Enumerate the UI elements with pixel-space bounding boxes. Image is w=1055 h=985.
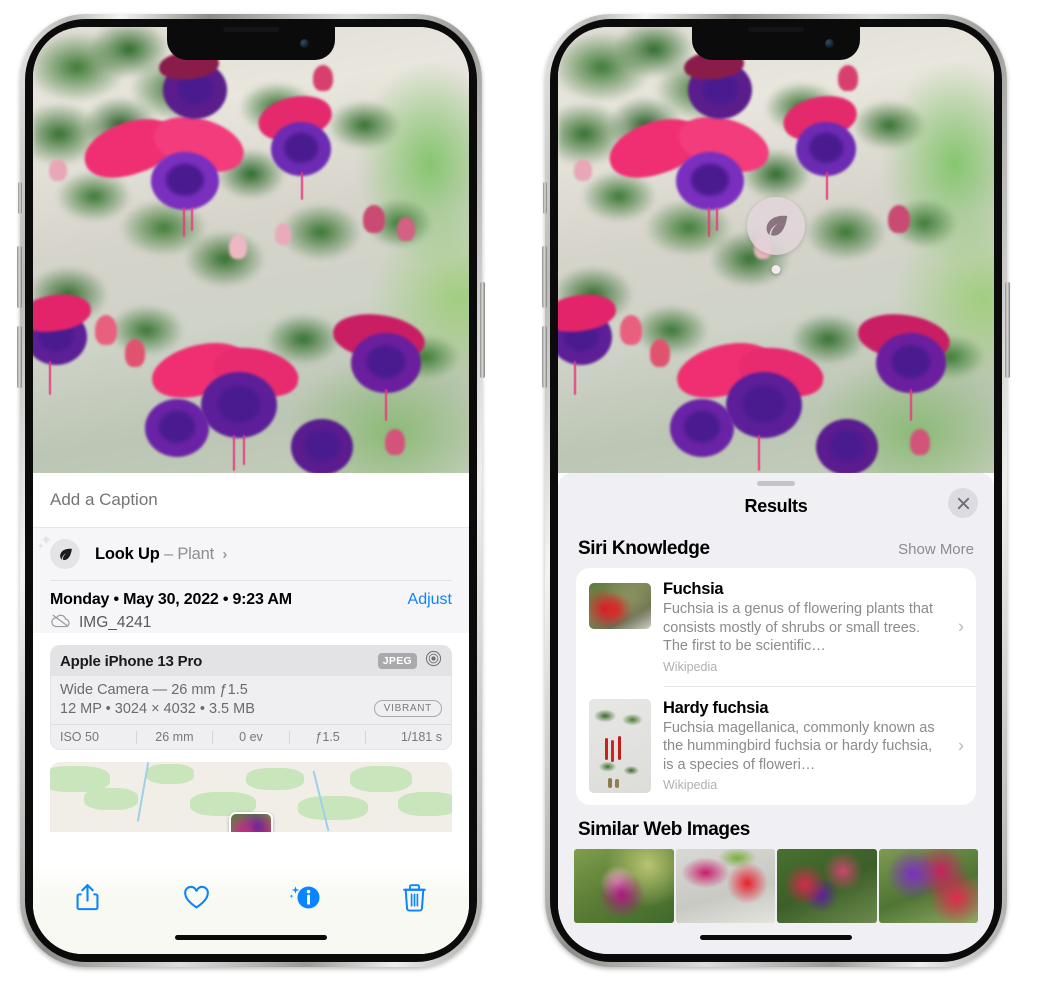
earpiece-speaker xyxy=(748,27,804,32)
results-title: Results xyxy=(744,495,808,516)
delete-button[interactable] xyxy=(360,878,469,922)
side-power-button[interactable] xyxy=(1005,282,1010,378)
volume-up-button[interactable] xyxy=(542,246,547,308)
knowledge-description: Fuchsia magellanica, commonly known as t… xyxy=(663,719,935,773)
visual-lookup-leaf-badge[interactable] xyxy=(747,197,805,274)
earpiece-speaker xyxy=(223,27,279,32)
similar-web-images-title: Similar Web Images xyxy=(578,818,750,840)
info-button[interactable] xyxy=(251,878,360,922)
volume-up-button[interactable] xyxy=(17,246,22,308)
lookup-block: ✦ ✦ Look Up – Plant › xyxy=(33,528,469,581)
photographic-style-badge: VIBRANT xyxy=(373,700,442,717)
look-up-title: Look Up xyxy=(95,544,160,563)
front-camera-icon xyxy=(300,39,309,48)
chevron-right-icon: › xyxy=(222,545,228,563)
screen-left: ✦ ✦ Look Up – Plant › xyxy=(33,27,469,954)
chevron-right-icon: › xyxy=(958,735,964,756)
front-camera-icon xyxy=(825,39,834,48)
display-notch xyxy=(692,27,860,60)
metadata-block: Monday • May 30, 2022 • 9:23 AM Adjust I… xyxy=(33,581,469,633)
screen-right: Results Siri Knowledge Show More Fuchsia… xyxy=(558,27,994,954)
knowledge-name: Fuchsia xyxy=(663,580,724,598)
photo-info-sheet: ✦ ✦ Look Up – Plant › xyxy=(33,473,469,954)
volume-down-button[interactable] xyxy=(17,326,22,388)
knowledge-source: Wikipedia xyxy=(663,659,718,674)
silence-switch[interactable] xyxy=(543,182,547,214)
home-indicator[interactable] xyxy=(700,935,852,940)
leaf-icon: ✦ ✦ xyxy=(37,532,80,569)
knowledge-thumbnail xyxy=(589,698,651,793)
exif-exposure: 0 ev xyxy=(239,730,263,744)
caption-row[interactable] xyxy=(33,473,469,528)
photo-filename: IMG_4241 xyxy=(79,614,152,631)
similar-web-images-header: Similar Web Images xyxy=(558,805,994,849)
share-button[interactable] xyxy=(33,878,142,922)
close-button[interactable] xyxy=(948,488,978,518)
caption-input[interactable] xyxy=(50,490,452,510)
iphone-left-photos-app: ✦ ✦ Look Up – Plant › xyxy=(17,14,485,967)
favorite-button[interactable] xyxy=(142,878,251,922)
photo-toolbar xyxy=(33,866,469,954)
knowledge-item-fuchsia[interactable]: Fuchsia Fuchsia is a genus of flowering … xyxy=(576,568,976,686)
look-up-label: Look Up – Plant › xyxy=(95,545,227,564)
knowledge-thumbnail xyxy=(589,583,651,629)
side-power-button[interactable] xyxy=(480,282,485,378)
knowledge-source: Wikipedia xyxy=(663,778,718,793)
close-icon xyxy=(957,497,969,509)
camera-info-card: Apple iPhone 13 Pro JPEG Wide Camera — 2… xyxy=(50,645,452,750)
knowledge-name: Hardy fuchsia xyxy=(663,698,769,717)
similar-image-1[interactable] xyxy=(574,848,674,923)
exif-iso: ISO 50 xyxy=(60,730,99,744)
photo-viewer[interactable] xyxy=(33,27,469,473)
look-up-subject: Plant xyxy=(177,544,214,563)
photo-date: Monday • May 30, 2022 • 9:23 AM xyxy=(50,591,292,608)
screenshot-root: ✦ ✦ Look Up – Plant › xyxy=(0,0,1055,985)
similar-image-3[interactable] xyxy=(777,848,877,923)
camera-device-name: Apple iPhone 13 Pro xyxy=(60,652,203,670)
volume-down-button[interactable] xyxy=(542,326,547,388)
siri-knowledge-header: Siri Knowledge Show More xyxy=(558,526,994,568)
heart-icon xyxy=(183,885,210,915)
share-icon xyxy=(75,883,100,917)
location-map-card[interactable] xyxy=(50,762,452,832)
iphone-right-visual-lookup: Results Siri Knowledge Show More Fuchsia… xyxy=(542,14,1010,967)
lookup-anchor-dot xyxy=(771,265,781,274)
exif-shutter: 1/181 s xyxy=(400,730,442,744)
knowledge-description: Fuchsia is a genus of flowering plants t… xyxy=(663,601,934,655)
display-notch xyxy=(167,27,335,60)
home-indicator[interactable] xyxy=(175,935,327,940)
photo-location-pin[interactable] xyxy=(229,812,273,832)
similar-web-images-strip[interactable] xyxy=(558,848,994,923)
aperture-icon xyxy=(425,650,442,672)
camera-size-line: 12 MP • 3024 × 4032 • 3.5 MB xyxy=(60,700,255,717)
camera-lens-line: Wide Camera — 26 mm ƒ1.5 xyxy=(60,682,248,698)
icloud-slash-icon xyxy=(50,613,71,633)
adjust-button[interactable]: Adjust xyxy=(408,591,452,609)
knowledge-item-hardy-fuchsia[interactable]: Hardy fuchsia Fuchsia magellanica, commo… xyxy=(576,687,976,805)
similar-image-2[interactable] xyxy=(675,848,775,923)
exif-aperture: ƒ1.5 xyxy=(315,730,340,744)
look-up-separator: – xyxy=(163,544,173,563)
chevron-right-icon: › xyxy=(958,616,964,637)
format-badge: JPEG xyxy=(377,653,417,669)
results-sheet: Results Siri Knowledge Show More Fuchsia… xyxy=(558,473,994,954)
similar-image-4[interactable] xyxy=(878,848,978,923)
exif-row: ISO 50 26 mm 0 ev ƒ1.5 1/181 s xyxy=(51,724,451,749)
silence-switch[interactable] xyxy=(18,182,22,214)
photo-viewer[interactable] xyxy=(558,27,994,473)
siri-knowledge-card: Fuchsia Fuchsia is a genus of flowering … xyxy=(576,568,976,805)
sparkle-icon-small: ✦ xyxy=(37,541,45,551)
siri-knowledge-title: Siri Knowledge xyxy=(578,538,710,559)
exif-focal: 26 mm xyxy=(155,730,194,744)
info-icon xyxy=(289,883,323,918)
look-up-plant-row[interactable]: ✦ ✦ Look Up – Plant › xyxy=(37,528,452,580)
show-more-button[interactable]: Show More xyxy=(898,541,974,558)
trash-icon xyxy=(403,883,426,917)
